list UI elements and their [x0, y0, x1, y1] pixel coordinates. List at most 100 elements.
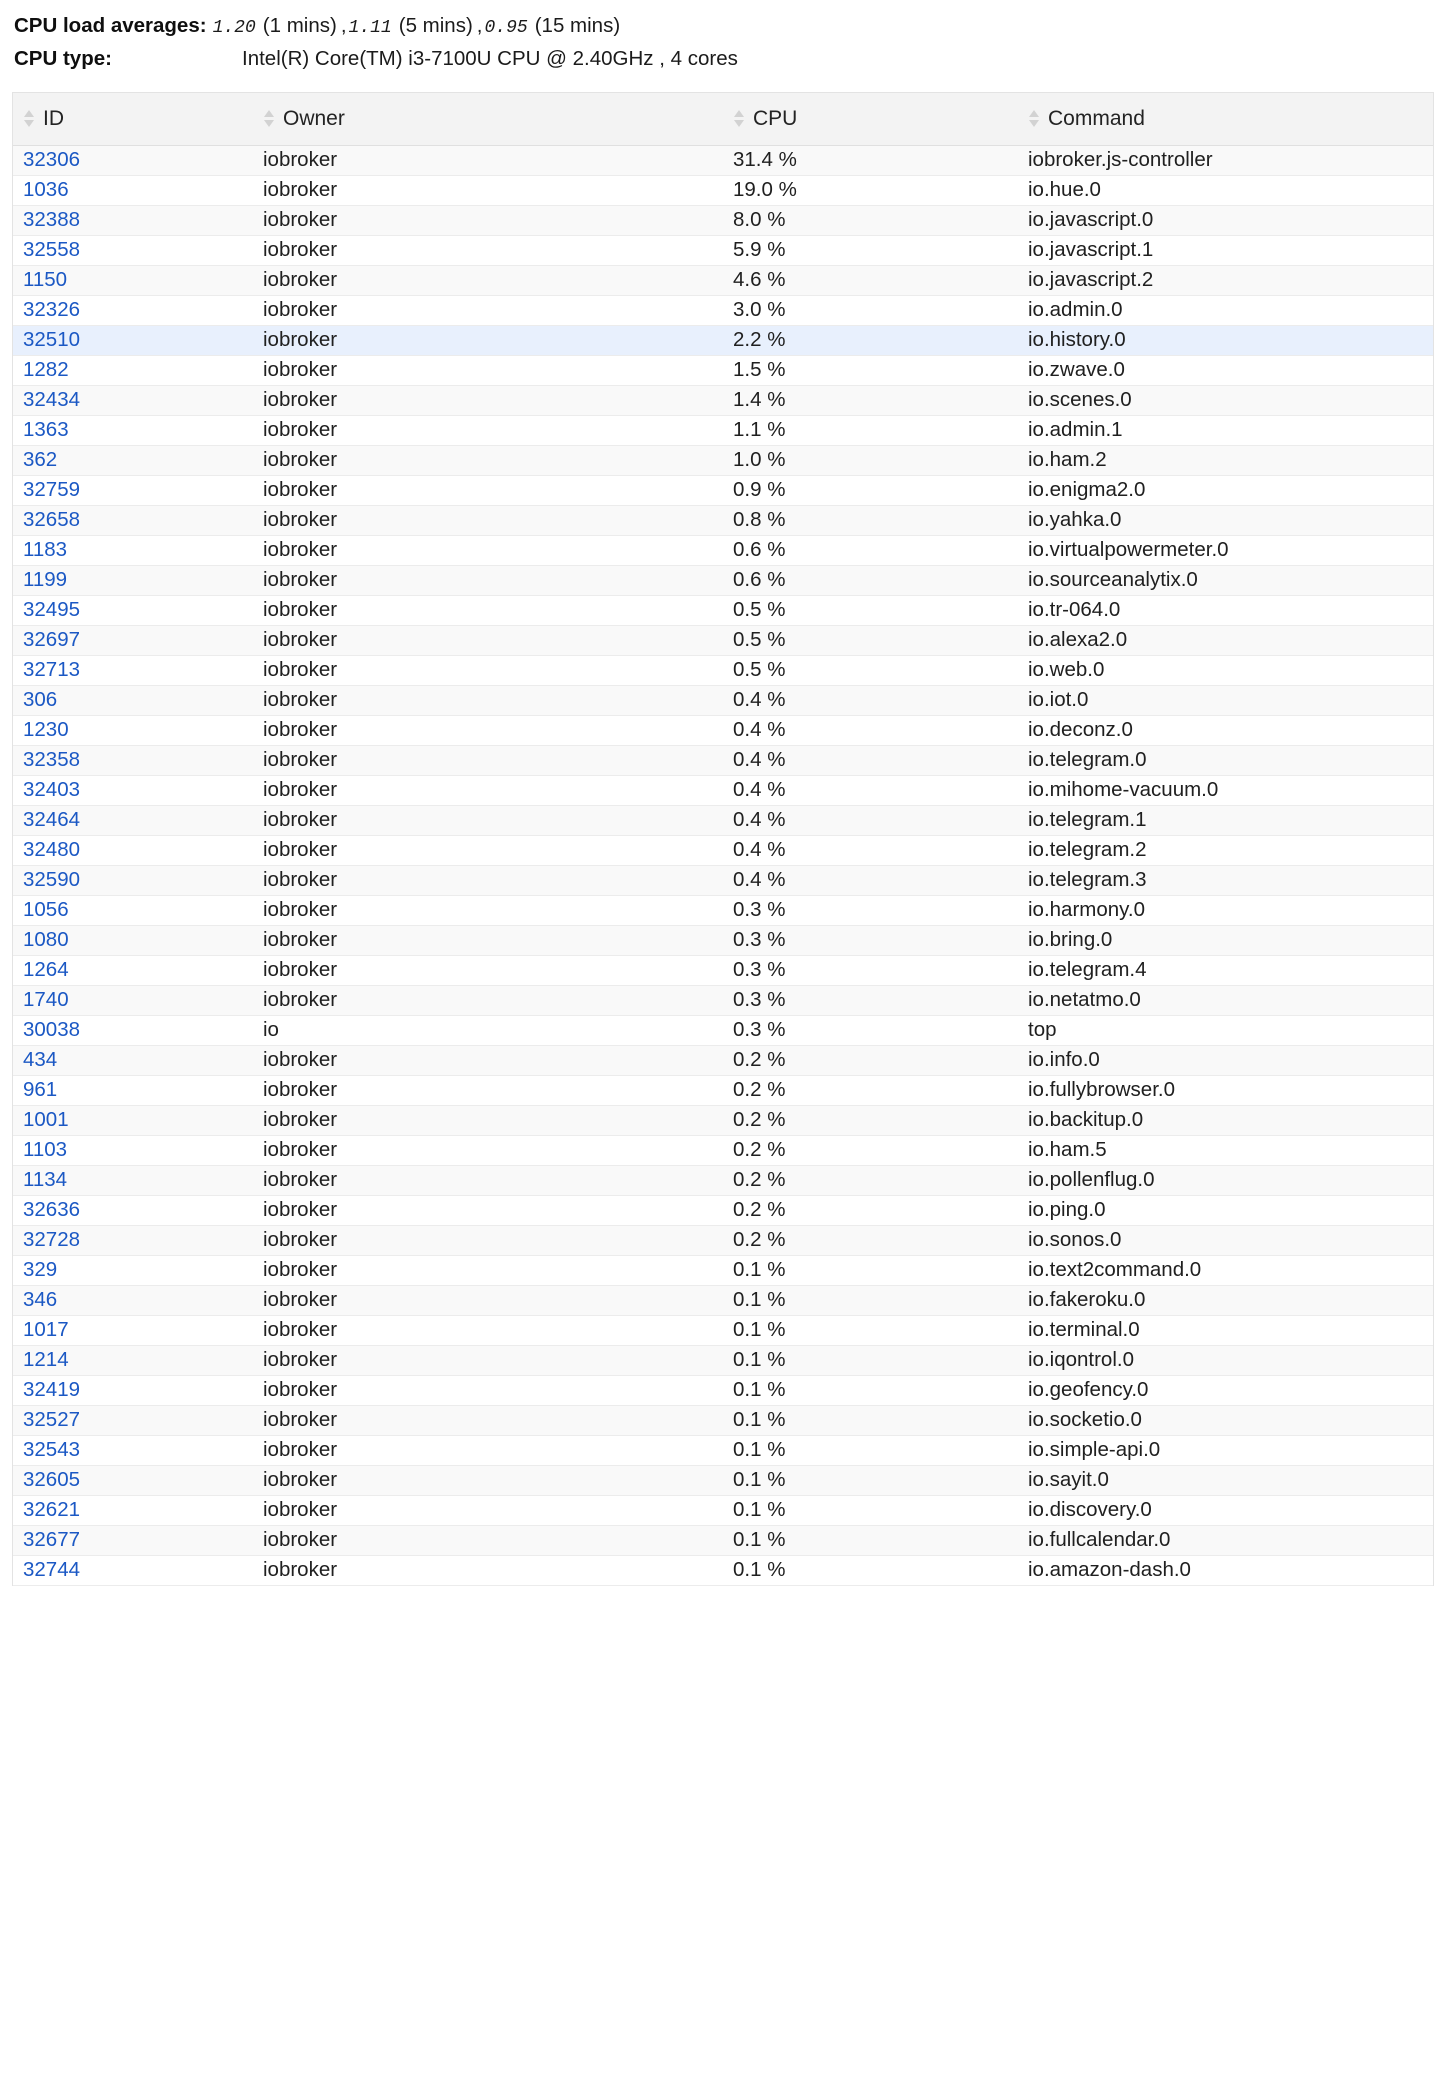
table-row[interactable]: 434 iobroker 0.2 % io.info.0 [13, 1045, 1433, 1076]
table-row[interactable]: 32306 iobroker 31.4 % iobroker.js-controlle… [13, 145, 1433, 176]
sort-updown-icon[interactable] [733, 108, 744, 130]
table-row[interactable]: 32713 iobroker 0.5 % io.web.0 [13, 655, 1433, 686]
process-id-link[interactable]: 1183 [13, 535, 253, 566]
table-row[interactable]: 1230 iobroker 0.4 % io.deconz.0 [13, 715, 1433, 746]
sort-updown-icon[interactable] [263, 108, 274, 130]
process-id-link[interactable]: 32658 [13, 505, 253, 536]
table-row[interactable]: 1103 iobroker 0.2 % io.ham.5 [13, 1135, 1433, 1166]
table-row[interactable]: 32605 iobroker 0.1 % io.sayit.0 [13, 1465, 1433, 1496]
process-id-link[interactable]: 1056 [13, 895, 253, 926]
process-id-link[interactable]: 32590 [13, 865, 253, 896]
process-id-link[interactable]: 306 [13, 685, 253, 716]
table-row[interactable]: 32419 iobroker 0.1 % io.geofency.0 [13, 1375, 1433, 1406]
process-id-link[interactable]: 32621 [13, 1495, 253, 1526]
process-id-link[interactable]: 32605 [13, 1465, 253, 1496]
process-id-link[interactable]: 1740 [13, 985, 253, 1016]
table-row[interactable]: 1199 iobroker 0.6 % io.sourceanalytix.0 [13, 565, 1433, 596]
process-id-link[interactable]: 32419 [13, 1375, 253, 1406]
process-id-link[interactable]: 1036 [13, 175, 253, 206]
process-id-link[interactable]: 32306 [13, 145, 253, 176]
column-header-cpu[interactable]: CPU [723, 92, 1018, 146]
process-id-link[interactable]: 32403 [13, 775, 253, 806]
table-row[interactable]: 961 iobroker 0.2 % io.fullybrowser.0 [13, 1075, 1433, 1106]
process-id-link[interactable]: 32636 [13, 1195, 253, 1226]
table-row[interactable]: 32744 iobroker 0.1 % io.amazon-dash.0 [13, 1555, 1433, 1586]
process-id-link[interactable]: 32713 [13, 655, 253, 686]
process-id-link[interactable]: 346 [13, 1285, 253, 1316]
table-row[interactable]: 32677 iobroker 0.1 % io.fullcalendar.0 [13, 1525, 1433, 1556]
table-row[interactable]: 329 iobroker 0.1 % io.text2command.0 [13, 1255, 1433, 1286]
table-row[interactable]: 32480 iobroker 0.4 % io.telegram.2 [13, 835, 1433, 866]
process-id-link[interactable]: 434 [13, 1045, 253, 1076]
table-row[interactable]: 32658 iobroker 0.8 % io.yahka.0 [13, 505, 1433, 536]
table-row[interactable]: 1363 iobroker 1.1 % io.admin.1 [13, 415, 1433, 446]
table-row[interactable]: 1017 iobroker 0.1 % io.terminal.0 [13, 1315, 1433, 1346]
table-row[interactable]: 32590 iobroker 0.4 % io.telegram.3 [13, 865, 1433, 896]
process-id-link[interactable]: 32728 [13, 1225, 253, 1256]
table-row[interactable]: 306 iobroker 0.4 % io.iot.0 [13, 685, 1433, 716]
table-row[interactable]: 1080 iobroker 0.3 % io.bring.0 [13, 925, 1433, 956]
process-id-link[interactable]: 32558 [13, 235, 253, 266]
process-id-link[interactable]: 1001 [13, 1105, 253, 1136]
process-id-link[interactable]: 32388 [13, 205, 253, 236]
column-header-id[interactable]: ID [13, 92, 253, 146]
column-header-command[interactable]: Command [1018, 92, 1433, 146]
table-row[interactable]: 32558 iobroker 5.9 % io.javascript.1 [13, 235, 1433, 266]
process-id-link[interactable]: 1134 [13, 1165, 253, 1196]
process-id-link[interactable]: 32759 [13, 475, 253, 506]
table-row[interactable]: 32326 iobroker 3.0 % io.admin.0 [13, 295, 1433, 326]
table-row[interactable]: 32636 iobroker 0.2 % io.ping.0 [13, 1195, 1433, 1226]
table-row[interactable]: 1214 iobroker 0.1 % io.iqontrol.0 [13, 1345, 1433, 1376]
process-id-link[interactable]: 1103 [13, 1135, 253, 1166]
process-id-link[interactable]: 32744 [13, 1555, 253, 1586]
process-id-link[interactable]: 32677 [13, 1525, 253, 1556]
table-row[interactable]: 1264 iobroker 0.3 % io.telegram.4 [13, 955, 1433, 986]
sort-updown-icon[interactable] [1028, 108, 1039, 130]
table-row[interactable]: 32510 iobroker 2.2 % io.history.0 [13, 325, 1433, 356]
process-id-link[interactable]: 1282 [13, 355, 253, 386]
table-row[interactable]: 1056 iobroker 0.3 % io.harmony.0 [13, 895, 1433, 926]
table-row[interactable]: 32697 iobroker 0.5 % io.alexa2.0 [13, 625, 1433, 656]
table-row[interactable]: 32464 iobroker 0.4 % io.telegram.1 [13, 805, 1433, 836]
table-row[interactable]: 1001 iobroker 0.2 % io.backitup.0 [13, 1105, 1433, 1136]
table-row[interactable]: 1036 iobroker 19.0 % io.hue.0 [13, 175, 1433, 206]
table-row[interactable]: 32388 iobroker 8.0 % io.javascript.0 [13, 205, 1433, 236]
table-row[interactable]: 32728 iobroker 0.2 % io.sonos.0 [13, 1225, 1433, 1256]
table-row[interactable]: 1134 iobroker 0.2 % io.pollenflug.0 [13, 1165, 1433, 1196]
column-header-owner[interactable]: Owner [253, 92, 723, 146]
process-id-link[interactable]: 329 [13, 1255, 253, 1286]
table-row[interactable]: 1183 iobroker 0.6 % io.virtualpowermeter.0 [13, 535, 1433, 566]
process-id-link[interactable]: 32543 [13, 1435, 253, 1466]
process-id-link[interactable]: 32527 [13, 1405, 253, 1436]
process-id-link[interactable]: 1264 [13, 955, 253, 986]
process-id-link[interactable]: 1363 [13, 415, 253, 446]
process-id-link[interactable]: 1080 [13, 925, 253, 956]
table-row[interactable]: 1150 iobroker 4.6 % io.javascript.2 [13, 265, 1433, 296]
table-row[interactable]: 32495 iobroker 0.5 % io.tr-064.0 [13, 595, 1433, 626]
table-row[interactable]: 32403 iobroker 0.4 % io.mihome-vacuum.0 [13, 775, 1433, 806]
process-id-link[interactable]: 1214 [13, 1345, 253, 1376]
table-row[interactable]: 32759 iobroker 0.9 % io.enigma2.0 [13, 475, 1433, 506]
process-id-link[interactable]: 1199 [13, 565, 253, 596]
process-id-link[interactable]: 32697 [13, 625, 253, 656]
table-row[interactable]: 30038 io 0.3 % top [13, 1015, 1433, 1046]
table-row[interactable]: 1740 iobroker 0.3 % io.netatmo.0 [13, 985, 1433, 1016]
table-row[interactable]: 1282 iobroker 1.5 % io.zwave.0 [13, 355, 1433, 386]
table-row[interactable]: 32434 iobroker 1.4 % io.scenes.0 [13, 385, 1433, 416]
process-id-link[interactable]: 32326 [13, 295, 253, 326]
process-id-link[interactable]: 32495 [13, 595, 253, 626]
table-row[interactable]: 362 iobroker 1.0 % io.ham.2 [13, 445, 1433, 476]
process-id-link[interactable]: 1230 [13, 715, 253, 746]
table-row[interactable]: 32358 iobroker 0.4 % io.telegram.0 [13, 745, 1433, 776]
table-row[interactable]: 346 iobroker 0.1 % io.fakeroku.0 [13, 1285, 1433, 1316]
process-id-link[interactable]: 32464 [13, 805, 253, 836]
process-id-link[interactable]: 961 [13, 1075, 253, 1106]
process-id-link[interactable]: 32480 [13, 835, 253, 866]
process-id-link[interactable]: 1017 [13, 1315, 253, 1346]
process-id-link[interactable]: 1150 [13, 265, 253, 296]
process-id-link[interactable]: 362 [13, 445, 253, 476]
table-row[interactable]: 32527 iobroker 0.1 % io.socketio.0 [13, 1405, 1433, 1436]
process-id-link[interactable]: 32510 [13, 325, 253, 356]
table-row[interactable]: 32543 iobroker 0.1 % io.simple-api.0 [13, 1435, 1433, 1466]
sort-updown-icon[interactable] [23, 108, 34, 130]
